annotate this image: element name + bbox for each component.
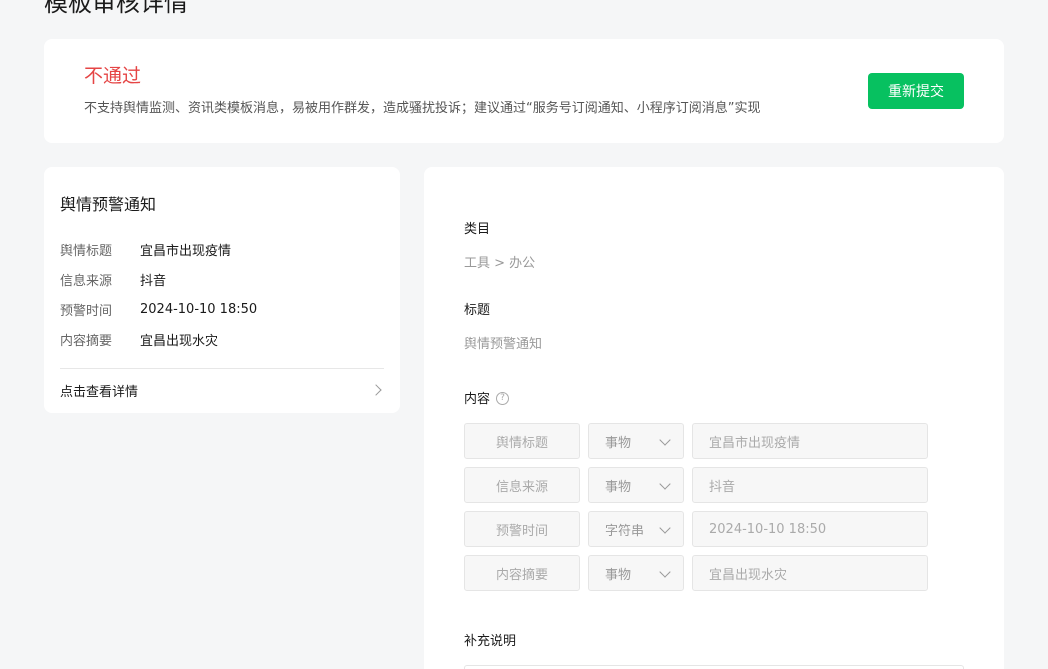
keyword-name-field[interactable]: 预警时间 [464,511,580,547]
view-details-label: 点击查看详情 [60,384,139,400]
supplement-textarea[interactable] [464,665,964,669]
keyword-row: 内容摘要 事物 宜昌出现水灾 [464,555,928,591]
template-preview-card: 舆情预警通知 舆情标题 宜昌市出现疫情 信息来源 抖音 预警时间 2024-10… [44,167,400,413]
keyword-example-field[interactable]: 2024-10-10 18:50 [692,511,928,547]
keyword-type-value: 事物 [605,435,632,451]
preview-field-row: 预警时间 2024-10-10 18:50 [60,294,257,324]
preview-field-list: 舆情标题 宜昌市出现疫情 信息来源 抖音 预警时间 2024-10-10 18:… [60,234,257,354]
chevron-down-icon [659,566,671,578]
chevron-down-icon [659,478,671,490]
preview-field-value: 宜昌出现水灾 [140,333,219,349]
keyword-type-select[interactable]: 事物 [588,555,684,591]
keyword-type-value: 事物 [605,567,632,583]
status-title: 不通过 [84,65,142,87]
content-label-text: 内容 [464,392,491,407]
keyword-type-select[interactable]: 字符串 [588,511,684,547]
preview-field-label: 舆情标题 [60,243,113,259]
title-label: 标题 [464,303,491,318]
keyword-example-field[interactable]: 宜昌出现水灾 [692,555,928,591]
keyword-name-field[interactable]: 舆情标题 [464,423,580,459]
preview-field-value: 宜昌市出现疫情 [140,243,232,259]
help-icon[interactable]: ? [496,392,510,405]
preview-field-row: 信息来源 抖音 [60,264,257,294]
preview-field-label: 信息来源 [60,273,113,289]
review-status-card: 不通过 不支持舆情监测、资讯类模板消息，易被用作群发，造成骚扰投诉；建议通过“服… [44,39,1004,143]
keyword-row: 信息来源 事物 抖音 [464,467,928,503]
preview-field-label: 内容摘要 [60,333,113,349]
keyword-row: 预警时间 字符串 2024-10-10 18:50 [464,511,928,547]
keyword-type-value: 事物 [605,479,632,495]
view-details-link[interactable]: 点击查看详情 [60,379,384,401]
preview-field-label: 预警时间 [60,303,113,319]
keyword-type-value: 字符串 [605,523,645,539]
preview-field-value: 2024-10-10 18:50 [140,301,258,317]
keyword-name-field[interactable]: 内容摘要 [464,555,580,591]
keyword-example-field[interactable]: 抖音 [692,467,928,503]
chevron-right-icon [370,384,382,396]
template-form-card: 类目 工具 > 办公 标题 舆情预警通知 内容? 舆情标题 事物 宜昌市出现疫情… [424,167,1004,669]
preview-field-value: 抖音 [140,273,167,289]
chevron-down-icon [659,522,671,534]
resubmit-button[interactable]: 重新提交 [868,73,964,109]
preview-field-row: 内容摘要 宜昌出现水灾 [60,324,257,354]
keyword-type-select[interactable]: 事物 [588,423,684,459]
preview-field-row: 舆情标题 宜昌市出现疫情 [60,234,257,264]
rejection-reason: 不支持舆情监测、资讯类模板消息，易被用作群发，造成骚扰投诉；建议通过“服务号订阅… [84,101,761,116]
chevron-down-icon [659,434,671,446]
category-label: 类目 [464,222,491,237]
page-title: 模板审核详情 [44,0,188,17]
supplement-label: 补充说明 [464,634,517,649]
keyword-type-select[interactable]: 事物 [588,467,684,503]
title-value: 舆情预警通知 [464,337,543,352]
keyword-row: 舆情标题 事物 宜昌市出现疫情 [464,423,928,459]
category-value: 工具 > 办公 [464,256,536,271]
preview-title: 舆情预警通知 [60,195,157,214]
preview-divider [60,368,384,369]
keyword-example-field[interactable]: 宜昌市出现疫情 [692,423,928,459]
keyword-name-field[interactable]: 信息来源 [464,467,580,503]
content-label: 内容? [464,390,510,410]
